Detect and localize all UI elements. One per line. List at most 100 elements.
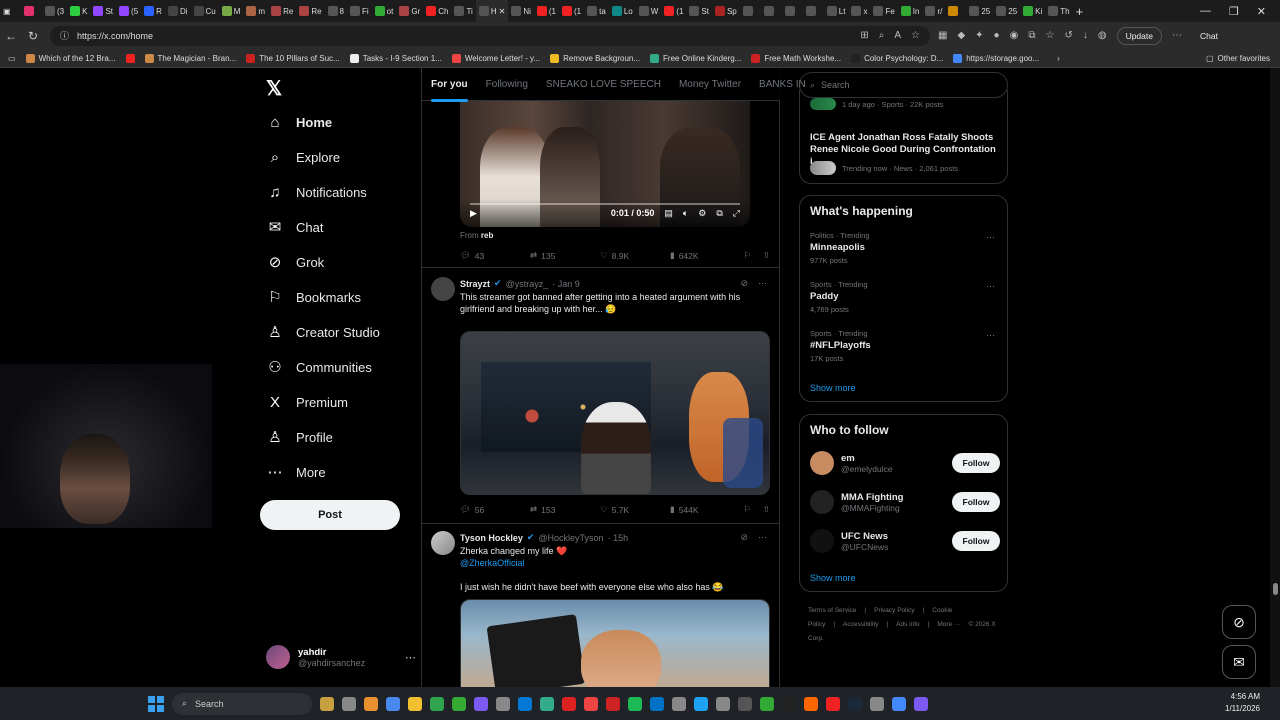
record-icon[interactable] [584,696,598,711]
youtube-icon[interactable] [606,696,620,711]
timeline-tab[interactable]: BANKS IN [750,79,815,90]
browser-tab[interactable]: 8 [325,0,347,22]
browser-tab[interactable]: St [686,0,712,22]
download-icon[interactable]: ↓ [1083,30,1088,41]
browser-tab[interactable]: Fe [870,0,897,22]
browser-tab[interactable]: (1 [559,0,584,22]
browser-tab[interactable]: Ni [508,0,534,22]
taskbar-search[interactable]: ⌕ Search [172,692,312,715]
trend-title[interactable]: Paddy [810,291,839,302]
nav-item-communities[interactable]: ⚇ Communities [266,355,372,379]
more-icon[interactable]: ⋯ [758,532,767,543]
whatsapp-icon[interactable] [430,696,444,711]
browser-tab[interactable]: Ch [423,0,451,22]
notepad-icon[interactable] [892,696,906,711]
steam-icon[interactable] [848,696,862,711]
suggestion-name[interactable]: em [841,453,893,464]
terminal-icon[interactable] [738,696,752,711]
site-info-icon[interactable]: ⓘ [60,29,69,42]
vpn-icon[interactable] [672,696,686,711]
avatar[interactable] [810,490,834,514]
more-icon[interactable]: ⋯ [986,330,995,341]
repost-button[interactable]: ⇄ 153 [530,504,600,515]
browser-tab[interactable]: Cu [191,0,219,22]
follow-button[interactable]: Follow [952,492,1000,512]
bookmark-item[interactable]: Which of the 12 Bra... [25,53,116,63]
bookmark-icon[interactable]: ⚐ [743,250,751,261]
window-menu-icon[interactable]: ▣ [0,0,21,22]
extension-icon[interactable]: ✦ [975,30,983,41]
messages-fab-icon[interactable]: ✉ [1222,645,1256,679]
url-field[interactable]: ⓘ https://x.com/home ⊞ ⌕ A ☆ [50,25,930,46]
bookmark-item[interactable]: The 10 Pillars of Suc... [246,53,340,63]
browser-tab[interactable]: (1 [661,0,686,22]
pip-icon[interactable]: ⧉ [716,208,722,219]
close-tab-icon[interactable]: ✕ [499,7,506,16]
timeline-tab[interactable]: Following [477,79,537,90]
nav-item-home[interactable]: ⌂ Home [266,110,332,134]
app-available-icon[interactable]: ⊞ [860,30,868,41]
browser-tab[interactable] [945,0,966,22]
x-logo-icon[interactable]: 𝕏 [266,76,282,101]
avatar[interactable] [810,451,834,475]
show-more-link[interactable]: Show more [810,573,856,583]
share-icon[interactable]: ⇧ [763,250,770,261]
browser-tab[interactable]: Gr [396,0,423,22]
grok-fab-icon[interactable]: ⊘ [1222,605,1256,639]
history-icon[interactable]: ↺ [1064,30,1072,41]
browser-tab[interactable]: Di [165,0,191,22]
browser-tab[interactable]: Re [296,0,324,22]
nav-item-bookmarks[interactable]: ⚐ Bookmarks [266,285,361,309]
bookmark-item[interactable]: The Magician - Bran... [144,53,236,63]
browser-tab[interactable] [740,0,761,22]
nav-item-profile[interactable]: ♙ Profile [266,425,333,449]
browser-tab[interactable]: Fi [347,0,372,22]
suggestion-name[interactable]: MMA Fighting [841,492,903,503]
browser-tab[interactable]: St [90,0,116,22]
xbox-icon[interactable] [540,696,554,711]
browser-tab[interactable]: r/ [922,0,945,22]
grok-icon[interactable]: ⊘ [740,532,748,543]
zoom-icon[interactable] [694,696,708,711]
browser-tab[interactable] [782,0,803,22]
extension-icon[interactable]: ● [994,30,1000,41]
settings-icon[interactable]: ⚙ [698,208,706,219]
suggestion-name[interactable]: UFC News [841,531,888,542]
browser-tab[interactable]: Lo [609,0,636,22]
source-user-link[interactable]: reb [481,231,493,240]
volume-icon[interactable]: 🔈︎ [683,208,688,219]
firefox-icon[interactable] [804,696,818,711]
views-button[interactable]: ▮ 544K [670,504,730,515]
browser-tab[interactable]: ot [372,0,397,22]
visual-studio-icon[interactable] [474,696,488,711]
author-name[interactable]: Tyson Hockley [460,533,523,543]
tweet-video[interactable] [460,331,770,495]
follow-button[interactable]: Follow [952,453,1000,473]
bookmark-item[interactable]: Welcome Letter! - y... [451,53,540,63]
trend-title[interactable]: Minneapolis [810,242,865,253]
page-scrollbar[interactable] [1270,68,1280,687]
footer-link[interactable]: More ··· [937,621,960,628]
bookmark-item[interactable]: https://storage.goo... [953,53,1039,63]
file-explorer-icon[interactable] [386,696,400,711]
video-player[interactable]: ▶ 0:01 / 0:50 ▤ 🔈︎ ⚙ ⧉ ⤢ [460,101,750,227]
update-button[interactable]: Update [1116,26,1162,45]
like-button[interactable]: ♡ 8.9K [600,250,670,261]
chrome-icon[interactable] [562,696,576,711]
browser-tab[interactable]: ta [584,0,609,22]
copilot-icon[interactable] [364,696,378,711]
browser-tab[interactable]: Th [1045,0,1072,22]
more-icon[interactable]: ⋯ [986,281,995,292]
outlook-icon[interactable] [650,696,664,711]
browser-tab[interactable]: Lt [824,0,849,22]
refresh-icon[interactable]: ↻ [22,29,44,43]
new-tab-icon[interactable]: + [1073,0,1094,22]
notepad-icon[interactable] [496,696,510,711]
browser-tab[interactable]: H ✕ [475,0,509,22]
more-icon[interactable]: ⋯ [758,278,767,289]
avatar[interactable] [431,277,455,301]
tab-actions-icon[interactable]: ▭ [8,54,16,63]
excel-icon[interactable] [760,696,774,711]
bookmark-item[interactable]: Color Psychology: D... [851,53,943,63]
browser-tab[interactable] [803,0,824,22]
